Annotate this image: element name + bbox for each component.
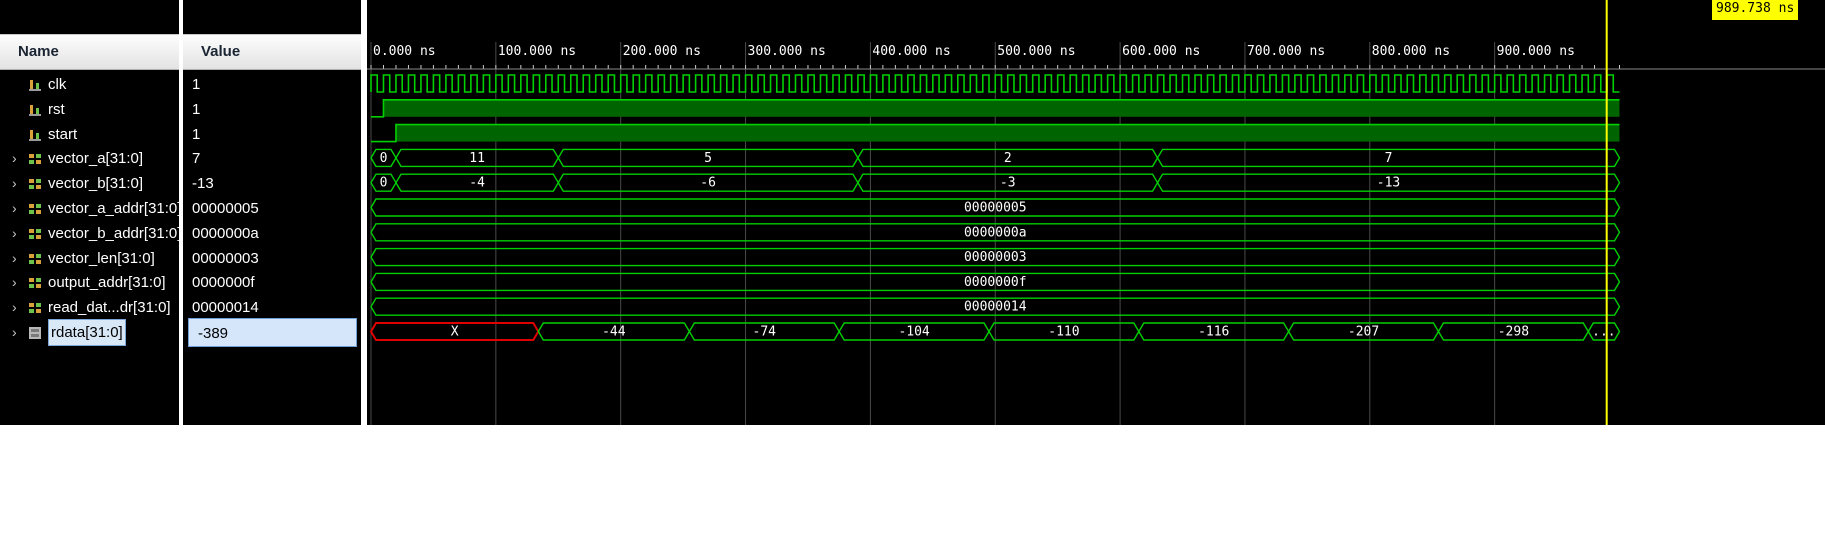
time-tick-label: 200.000 ns <box>623 44 701 59</box>
waveform-row[interactable]: 0000000f <box>370 272 1621 292</box>
bus-value-label: 5 <box>704 151 712 166</box>
expand-chevron-icon[interactable]: › <box>12 318 17 347</box>
high-level-fill <box>383 99 1620 117</box>
name-panel: Name clk rst start › vector_a[31:0] › vector_b… <box>0 0 179 425</box>
bus-value-label: -74 <box>753 325 777 340</box>
bus-value-label: -298 <box>1498 325 1529 340</box>
value-column-header[interactable]: Value <box>183 34 361 70</box>
time-tick-label: 100.000 ns <box>498 44 576 59</box>
clock-waveform <box>370 74 1620 93</box>
time-tick-label: 600.000 ns <box>1122 44 1200 59</box>
time-tick-label: 0.000 ns <box>373 44 436 59</box>
high-level-fill <box>395 124 1620 142</box>
bus-value-label: 00000003 <box>964 250 1027 265</box>
bus-value-label: 0000000f <box>964 275 1027 290</box>
bus-value-label: 2 <box>1004 151 1012 166</box>
signal-name-row[interactable]: › rdata[31:0] <box>0 318 179 347</box>
bus-value-label: 0 <box>380 151 388 166</box>
waveform-canvas[interactable]: 0.000 ns 100.000 ns 200.000 ns 300.000 ns 40… <box>367 0 1825 425</box>
bus-value-label: -3 <box>1000 176 1016 191</box>
waveform-row[interactable] <box>371 99 1620 118</box>
time-tick-label: 700.000 ns <box>1247 44 1325 59</box>
bus-value-label: -207 <box>1348 325 1379 340</box>
cursor-time-label: 989.738 ns <box>1712 0 1799 20</box>
waveform-row[interactable]: 00000014 <box>370 297 1621 316</box>
time-tick-label: 900.000 ns <box>1497 44 1575 59</box>
bus-value-label: 0 <box>380 176 388 191</box>
signal-value[interactable]: -389 <box>188 318 357 347</box>
bus-value-label: -6 <box>700 176 716 191</box>
waveform-row[interactable] <box>371 123 1620 143</box>
value-panel: Value 1 1 1 7 -13 00000005 0000000a 00000003 000… <box>183 0 361 425</box>
name-column-header[interactable]: Name <box>0 34 179 70</box>
waveform-row[interactable]: 00000003 <box>370 247 1621 267</box>
bus-value-label: -44 <box>602 325 626 340</box>
bus-value-label: 00000014 <box>964 300 1027 315</box>
bus-value-label: X <box>451 325 459 340</box>
bus-value-label: -13 <box>1377 176 1400 191</box>
signal-name: rdata[31:0] <box>48 319 126 346</box>
time-tick-label: 800.000 ns <box>1372 44 1450 59</box>
time-tick-label: 300.000 ns <box>748 44 826 59</box>
bus-value-label: 7 <box>1385 151 1393 166</box>
bus-value-label: -4 <box>469 176 485 191</box>
bus-value-label: ... <box>1592 325 1615 340</box>
bus-value-label: 11 <box>469 151 485 166</box>
time-tick-label: 500.000 ns <box>997 44 1075 59</box>
bus-value-label: -104 <box>898 325 929 340</box>
bus-value-label: -116 <box>1198 325 1229 340</box>
time-tick-label: 400.000 ns <box>872 44 950 59</box>
waveform-row[interactable] <box>370 74 1620 93</box>
bus-value-label: 0000000a <box>964 225 1027 240</box>
waveform-row[interactable]: 0000000a <box>370 223 1621 242</box>
bus-value-label: 00000005 <box>964 201 1027 216</box>
waveform-viewer: Name clk rst start › vector_a[31:0] › vector_b… <box>0 0 1825 425</box>
waveform-row[interactable]: 00000005 <box>370 198 1621 217</box>
waveform-panel[interactable]: 0.000 ns 100.000 ns 200.000 ns 300.000 ns 40… <box>367 0 1825 425</box>
bus-value-label: -110 <box>1048 325 1079 340</box>
